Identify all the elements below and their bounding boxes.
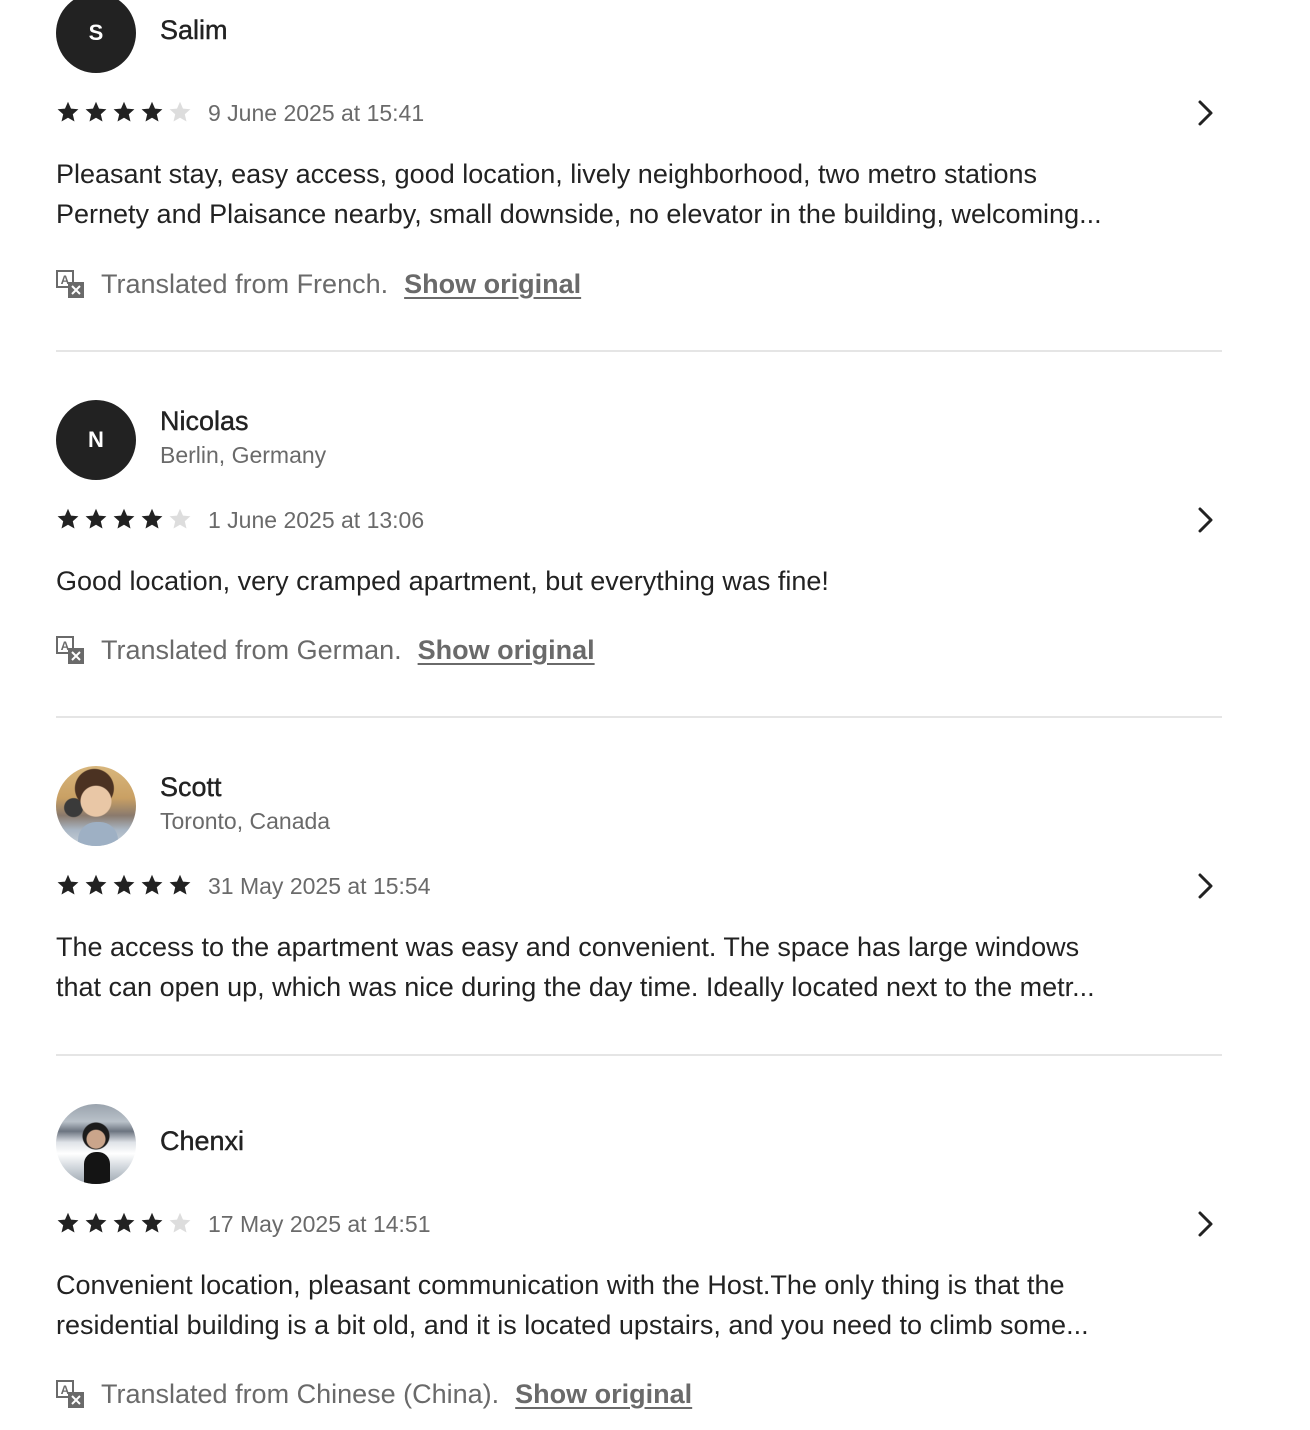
chevron-right-icon[interactable] (1188, 503, 1222, 537)
avatar-initial: N (88, 427, 104, 452)
star-rating (56, 507, 192, 533)
star-icon (168, 873, 192, 897)
review-text: Pleasant stay, easy access, good locatio… (56, 154, 1196, 234)
star-icon (56, 873, 80, 897)
translation-label: Translated from French. (101, 269, 389, 299)
translate-icon: A (56, 270, 86, 300)
review-text-line: Pernety and Plaisance nearby, small down… (56, 199, 1102, 229)
review-text-line: Pleasant stay, easy access, good locatio… (56, 159, 1038, 189)
avatar[interactable] (56, 766, 136, 846)
review-card: Scott Toronto, Canada 31 May 2025 at 15:… (56, 766, 1222, 1016)
show-original-link[interactable]: Show original (418, 635, 595, 665)
star-icon (112, 507, 136, 531)
review-date: 31 May 2025 at 15:54 (208, 873, 431, 899)
reviewer-header: N Nicolas Berlin, Germany (56, 400, 656, 480)
divider (56, 1054, 1222, 1056)
reviewer-name[interactable]: Salim (160, 15, 228, 46)
rating-row: 31 May 2025 at 15:54 (56, 871, 1222, 901)
star-icon (84, 873, 108, 897)
reviewer-location: Berlin, Germany (160, 442, 327, 468)
star-icon (84, 100, 108, 124)
review-card: S Salim 9 June 2025 at 15:41 Pleasant st… (56, 0, 1222, 313)
star-icon (140, 873, 164, 897)
reviewer-header: S Salim (56, 0, 656, 73)
translation-label: Translated from Chinese (China). (101, 1379, 500, 1409)
star-icon (140, 1211, 164, 1235)
review-date: 17 May 2025 at 14:51 (208, 1211, 431, 1237)
avatar-initial: S (88, 20, 104, 45)
rating-row: 17 May 2025 at 14:51 (56, 1209, 1222, 1239)
star-icon (84, 507, 108, 531)
translate-icon: A (56, 1380, 86, 1410)
show-original-link[interactable]: Show original (515, 1379, 692, 1409)
translate-icon: A (56, 636, 86, 666)
review-text-line: Convenient location, pleasant communicat… (56, 1270, 1065, 1300)
review-text-line: residential building is a bit old, and i… (56, 1310, 1089, 1340)
star-rating (56, 873, 192, 899)
divider (56, 350, 1222, 352)
reviewer-name[interactable]: Chenxi (160, 1126, 244, 1157)
star-icon (84, 1211, 108, 1235)
review-text-line: that can open up, which was nice during … (56, 972, 1095, 1002)
divider (56, 716, 1222, 718)
rating-row: 1 June 2025 at 13:06 (56, 505, 1222, 535)
review-date: 9 June 2025 at 15:41 (208, 100, 425, 126)
star-icon (112, 873, 136, 897)
review-text: Good location, very cramped apartment, b… (56, 561, 1196, 601)
rating-row: 9 June 2025 at 15:41 (56, 98, 1222, 128)
review-text: The access to the apartment was easy and… (56, 927, 1196, 1007)
chevron-right-icon[interactable] (1188, 96, 1222, 130)
avatar[interactable]: N (56, 400, 136, 480)
avatar[interactable] (56, 1104, 136, 1184)
reviewer-name[interactable]: Scott (160, 772, 222, 803)
reviewer-header: Scott Toronto, Canada (56, 766, 656, 846)
chevron-right-icon[interactable] (1188, 869, 1222, 903)
star-icon (112, 100, 136, 124)
translated-from-text: Translated from French. Show original (101, 266, 581, 302)
show-original-link[interactable]: Show original (404, 269, 581, 299)
reviewer-location: Toronto, Canada (160, 808, 331, 834)
reviewer-header: Chenxi (56, 1104, 656, 1184)
translated-from-text: Translated from German. Show original (101, 632, 595, 668)
star-icon (112, 1211, 136, 1235)
star-icon (56, 1211, 80, 1235)
review-text-line: Good location, very cramped apartment, b… (56, 566, 829, 596)
star-icon (140, 507, 164, 531)
review-text: Convenient location, pleasant communicat… (56, 1265, 1196, 1345)
chevron-right-icon[interactable] (1188, 1207, 1222, 1241)
star-icon (140, 100, 164, 124)
reviewer-name[interactable]: Nicolas (160, 406, 249, 437)
review-date: 1 June 2025 at 13:06 (208, 507, 425, 533)
review-card: Chenxi 17 May 2025 at 14:51 Convenient l… (56, 1104, 1222, 1424)
star-icon (56, 100, 80, 124)
star-rating (56, 1211, 192, 1237)
star-rating (56, 100, 192, 126)
review-card: N Nicolas Berlin, Germany 1 June 2025 at… (56, 400, 1222, 680)
star-empty-icon (168, 1211, 192, 1235)
star-empty-icon (168, 507, 192, 531)
star-icon (56, 507, 80, 531)
avatar[interactable]: S (56, 0, 136, 73)
review-text-line: The access to the apartment was easy and… (56, 932, 1080, 962)
star-empty-icon (168, 100, 192, 124)
translation-label: Translated from German. (101, 635, 402, 665)
translated-from-text: Translated from Chinese (China). Show ori… (101, 1376, 692, 1412)
